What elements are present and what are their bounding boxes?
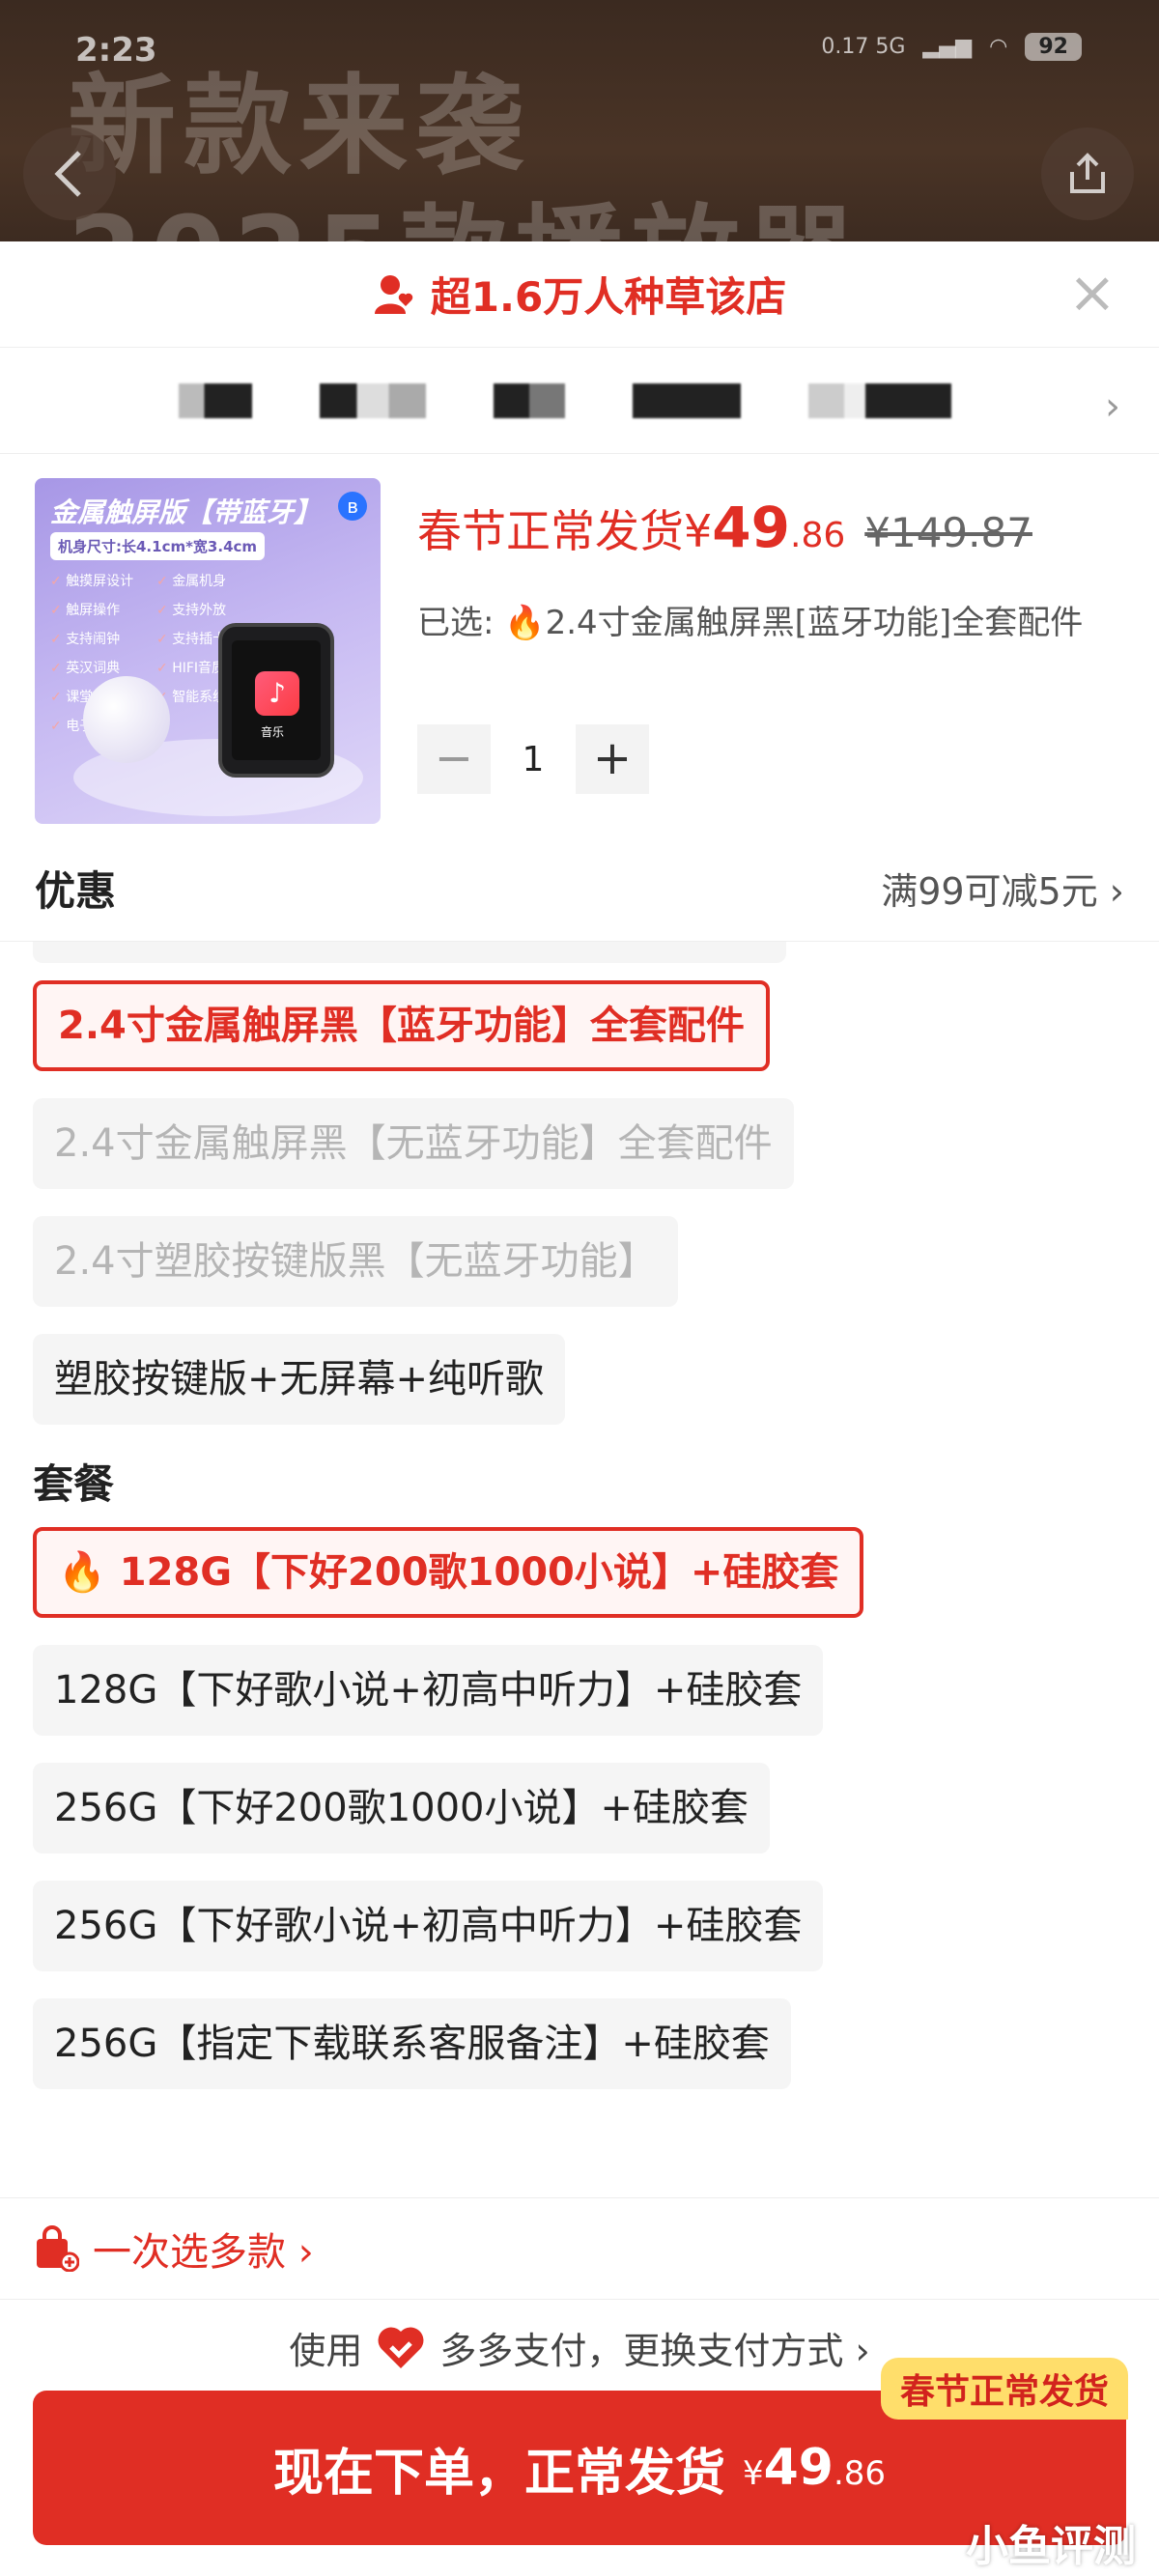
banner-subheadline: 2025款播放器 (68, 169, 863, 251)
battery-icon: 92 (1025, 33, 1082, 61)
shipping-badge: 春节正常发货 (880, 2358, 1128, 2420)
share-button[interactable] (1041, 127, 1134, 220)
order-price-decimal: .86 (833, 2454, 887, 2493)
multi-select-label[interactable]: 一次选多款 › (93, 2221, 314, 2277)
package-title: 套餐 (33, 1460, 115, 1508)
package-option[interactable]: 256G【下好歌小说+初高中听力】+硅胶套 (33, 1881, 824, 1971)
decor-sphere (83, 676, 170, 763)
variant-thumb[interactable] (320, 382, 426, 418)
product-image[interactable]: 金属触屏版【带蓝牙】 ʙ 机身尺寸:长4.1cm*宽3.4cm 触摸屏设计 金属… (35, 478, 381, 824)
quantity-stepper: − 1 + (417, 724, 649, 794)
original-price: ¥149.87 (864, 509, 1032, 556)
thumb-title: 金属触屏版【带蓝牙】 (50, 496, 322, 528)
device-screen-label: 音乐 (261, 725, 285, 739)
feature-item: 支持外放 (156, 600, 263, 619)
store-recommend-bar: 超1.6万人种草该店 × (0, 241, 1159, 348)
product-summary: 金属触屏版【带蓝牙】 ʙ 机身尺寸:长4.1cm*宽3.4cm 触摸屏设计 金属… (0, 454, 1159, 835)
back-button[interactable] (23, 127, 116, 220)
increase-button[interactable]: + (576, 724, 649, 794)
package-option[interactable]: 128G【下好歌小说+初高中听力】+硅胶套 (33, 1645, 824, 1736)
chevron-left-icon (54, 151, 81, 197)
watermark: 小鱼评测 (966, 2522, 1136, 2571)
music-note-icon: ♪ (255, 671, 299, 716)
payment-method-text[interactable]: 多多支付，更换支付方式 › (439, 2321, 869, 2374)
close-icon[interactable]: × (1068, 264, 1117, 322)
color-option[interactable]: 2.4寸塑胶按键版黑【无蓝牙功能】 (33, 1216, 678, 1307)
order-price-symbol: ¥ (742, 2454, 764, 2493)
feature-item: 触摸屏设计 (50, 571, 156, 590)
feature-item: 英汉词典 (50, 658, 156, 677)
recommend-text: 超1.6万人种草该店 (430, 273, 787, 321)
color-option[interactable]: 塑胶按键版+无屏幕+纯听歌 (33, 1334, 566, 1425)
place-order-button[interactable]: 现在下单，正常发货 ¥49.86 春节正常发货 (33, 2358, 1128, 2545)
order-price-integer: 49 (763, 2439, 834, 2497)
shopping-bag-plus-icon (37, 2225, 79, 2272)
heart-pay-icon (378, 2327, 424, 2368)
price-label: 春节正常发货 (417, 505, 684, 557)
variant-thumb[interactable] (808, 382, 951, 418)
options-list: 2.4寸金属触屏黑【蓝牙功能】全套配件 2.4寸金属触屏黑【无蓝牙功能】全套配件… (0, 942, 1159, 2103)
status-time: 2:23 (75, 31, 157, 70)
thumb-size: 机身尺寸:长4.1cm*宽3.4cm (50, 532, 266, 560)
price-line: 春节正常发货 ¥ 49 .86 ¥149.87 (417, 495, 1032, 560)
mp3-player-illustration: ♪ 音乐 (218, 623, 334, 778)
order-button-label: 现在下单，正常发货 (272, 2444, 725, 2503)
wifi-icon: ◠ (989, 35, 1008, 59)
package-option[interactable]: 256G【指定下载联系客服备注】+硅胶套 (33, 1998, 791, 2089)
package-option[interactable]: 🔥 128G【下好200歌1000小说】+硅胶套 (33, 1527, 864, 1618)
bluetooth-icon: ʙ (338, 492, 367, 521)
variant-thumb[interactable] (179, 382, 252, 418)
people-heart-icon (374, 274, 413, 314)
signal-icon: ▂▄▆ (922, 35, 973, 59)
variant-thumb[interactable] (494, 382, 565, 418)
multi-select-row[interactable]: 一次选多款 › (0, 2197, 1159, 2299)
discount-info[interactable]: 满99可减5元 › (881, 862, 1124, 915)
discount-row[interactable]: 优惠 满99可减5元 › (0, 835, 1159, 942)
quantity-value[interactable]: 1 (491, 740, 576, 779)
share-icon (1070, 153, 1105, 193)
price-decimal: .86 (790, 516, 846, 555)
feature-item: 支持闹钟 (50, 629, 156, 648)
chevron-right-icon[interactable]: › (1105, 384, 1120, 429)
device-screen: ♪ 音乐 (232, 640, 321, 760)
color-option[interactable]: 2.4寸金属触屏黑【蓝牙功能】全套配件 (33, 980, 770, 1071)
selected-variant: 已选: 🔥2.4寸金属触屏黑[蓝牙功能]全套配件 (417, 604, 1084, 642)
discount-title: 优惠 (35, 867, 117, 915)
product-banner: 新款来袭 2025款播放器 2:23 0.17 5G ▂▄▆ ◠ 92 (0, 0, 1159, 251)
decrease-button[interactable]: − (417, 724, 491, 794)
network-speed: 0.17 5G (821, 35, 906, 59)
option-chip-partial[interactable] (33, 942, 786, 963)
status-bar-right: 0.17 5G ▂▄▆ ◠ 92 (821, 33, 1082, 61)
variant-thumbnail-strip[interactable]: › (0, 348, 1159, 454)
package-option[interactable]: 256G【下好200歌1000小说】+硅胶套 (33, 1763, 771, 1854)
price-integer: 49 (712, 495, 790, 560)
price-symbol: ¥ (684, 505, 713, 557)
payment-prefix: 使用 (289, 2330, 363, 2372)
variant-thumb[interactable] (633, 382, 741, 418)
feature-item: 金属机身 (156, 571, 263, 590)
color-option[interactable]: 2.4寸金属触屏黑【无蓝牙功能】全套配件 (33, 1098, 794, 1189)
feature-item: 触屏操作 (50, 600, 156, 619)
order-price: ¥49.86 (743, 2439, 886, 2497)
